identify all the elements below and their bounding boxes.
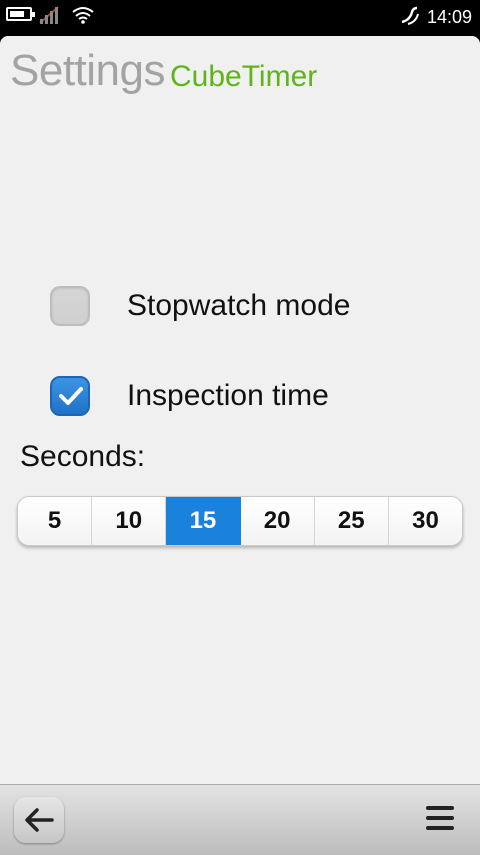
settings-page: Settings CubeTimer Stopwatch mode Inspec… — [0, 36, 480, 784]
stopwatch-mode-label: Stopwatch mode — [127, 289, 351, 322]
seconds-option-30[interactable]: 30 — [388, 497, 462, 545]
stopwatch-mode-checkbox[interactable] — [50, 286, 90, 326]
seconds-option-5[interactable]: 5 — [18, 497, 93, 545]
seconds-option-25[interactable]: 25 — [314, 497, 389, 545]
inspection-time-checkbox[interactable] — [50, 376, 90, 416]
signal-icon — [39, 6, 59, 24]
inspection-time-label: Inspection time — [127, 379, 329, 412]
wifi-icon — [72, 7, 94, 24]
app-name: CubeTimer — [170, 60, 318, 93]
menu-icon[interactable] — [424, 804, 456, 834]
nfc-icon — [401, 6, 419, 25]
seconds-selector: 5 10 15 20 25 30 — [17, 496, 463, 546]
seconds-option-20[interactable]: 20 — [240, 497, 315, 545]
inspection-time-option[interactable]: Inspection time — [50, 376, 450, 420]
checkmark-icon — [59, 387, 83, 405]
back-arrow-icon — [25, 808, 54, 832]
seconds-label: Seconds: — [20, 440, 146, 473]
seconds-option-15[interactable]: 15 — [166, 497, 241, 545]
clock: 14:09 — [427, 7, 473, 27]
bottom-toolbar — [0, 784, 480, 855]
status-bar: 14:09 — [0, 0, 480, 34]
page-title: Settings — [10, 46, 165, 95]
battery-icon — [6, 7, 35, 21]
stopwatch-mode-option[interactable]: Stopwatch mode — [50, 286, 450, 330]
back-button[interactable] — [14, 797, 64, 843]
seconds-option-10[interactable]: 10 — [92, 497, 167, 545]
